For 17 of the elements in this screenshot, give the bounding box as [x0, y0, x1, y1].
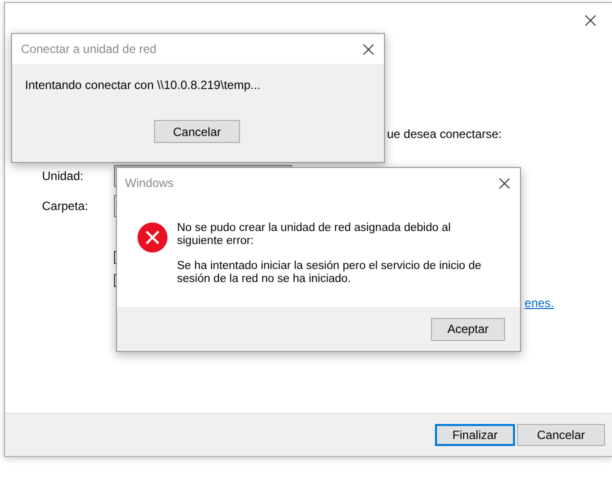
- dialog-button[interactable]: Cancelar: [517, 424, 605, 446]
- dialog-button[interactable]: Aceptar: [431, 318, 505, 340]
- close-icon[interactable]: [363, 44, 374, 54]
- error-message: Se ha intentado iniciar la sesión pero el servicio de inicio de sesión de la red no se ha iniciado.: [177, 260, 482, 286]
- dialog-title: Windows: [125, 176, 174, 190]
- progress-message: Intentando conectar con \\10.0.8.219\temp...: [25, 78, 260, 92]
- close-icon[interactable]: [585, 14, 596, 26]
- close-icon[interactable]: [499, 178, 510, 188]
- error-icon: [137, 222, 168, 253]
- dialog-title: Conectar a unidad de red: [21, 42, 156, 56]
- instruction-text: ue desea conectarse:: [387, 127, 502, 141]
- dialog-button[interactable]: Finalizar: [435, 424, 515, 446]
- field-label: Carpeta:: [42, 199, 90, 213]
- dialog-button[interactable]: Cancelar: [154, 120, 240, 143]
- link[interactable]: enes.: [524, 296, 554, 310]
- field-label: Unidad:: [42, 169, 84, 183]
- error-message: No se pudo crear la unidad de red asignada debido al siguiente error:: [177, 222, 452, 248]
